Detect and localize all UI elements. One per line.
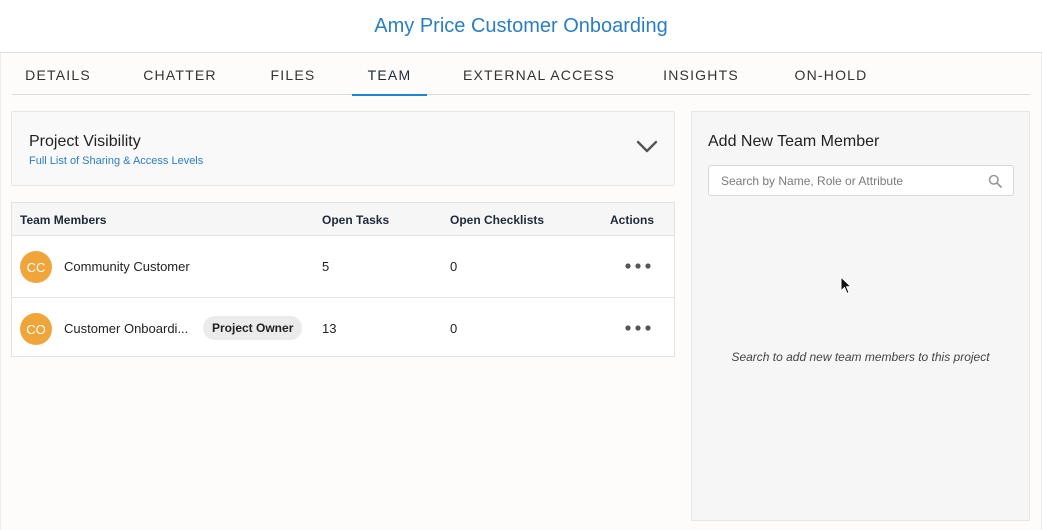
project-owner-badge: Project Owner	[203, 316, 303, 340]
search-icon[interactable]	[988, 174, 1002, 188]
member-search-box	[708, 165, 1014, 196]
member-name: Community Customer	[64, 259, 190, 274]
open-checklists-value: 0	[450, 259, 458, 274]
tab-on-hold[interactable]: ON-HOLD	[788, 54, 874, 95]
column-header-team-members: Team Members	[20, 213, 107, 227]
table-header: Team Members Open Tasks Open Checklists …	[12, 203, 674, 236]
more-horizontal-icon[interactable]	[624, 258, 652, 274]
avatar: CO	[20, 313, 52, 345]
team-members-table: Team Members Open Tasks Open Checklists …	[11, 202, 675, 357]
open-tasks-value: 5	[322, 259, 330, 274]
add-team-member-title: Add New Team Member	[708, 133, 880, 150]
table-row: CC Community Customer 5 0	[12, 236, 674, 297]
tab-insights[interactable]: INSIGHTS	[659, 54, 743, 95]
page-header: Amy Price Customer Onboarding	[0, 0, 1042, 53]
search-hint-text: Search to add new team members to this p…	[731, 350, 990, 364]
tab-external-access[interactable]: EXTERNAL ACCESS	[459, 54, 619, 95]
more-horizontal-icon[interactable]	[624, 320, 652, 336]
column-header-open-checklists: Open Checklists	[450, 213, 545, 227]
tab-details[interactable]: DETAILS	[12, 54, 104, 95]
mouse-pointer-icon	[840, 276, 852, 295]
project-visibility-panel: Project Visibility Full List of Sharing …	[11, 111, 675, 186]
tab-chatter[interactable]: CHATTER	[138, 54, 222, 95]
open-tasks-value: 13	[322, 321, 337, 336]
tab-files[interactable]: FILES	[263, 54, 323, 95]
table-row: CO Customer Onboardi... Project Owner 13…	[12, 297, 674, 358]
page-title: Amy Price Customer Onboarding	[374, 14, 668, 37]
sharing-access-levels-link[interactable]: Full List of Sharing & Access Levels	[29, 155, 203, 167]
avatar: CC	[20, 251, 52, 283]
member-name: Customer Onboardi...	[64, 321, 189, 336]
project-visibility-title: Project Visibility	[29, 133, 141, 150]
tab-team[interactable]: TEAM	[352, 54, 427, 96]
column-header-open-tasks: Open Tasks	[322, 213, 390, 227]
member-search-input[interactable]	[709, 166, 979, 195]
add-team-member-panel: Add New Team Member Search to add new te…	[691, 111, 1030, 521]
tab-bar: DETAILS CHATTER FILES TEAM EXTERNAL ACCE…	[12, 54, 1030, 96]
open-checklists-value: 0	[450, 321, 458, 336]
chevron-down-icon[interactable]	[636, 140, 658, 154]
column-header-actions: Actions	[610, 213, 655, 227]
